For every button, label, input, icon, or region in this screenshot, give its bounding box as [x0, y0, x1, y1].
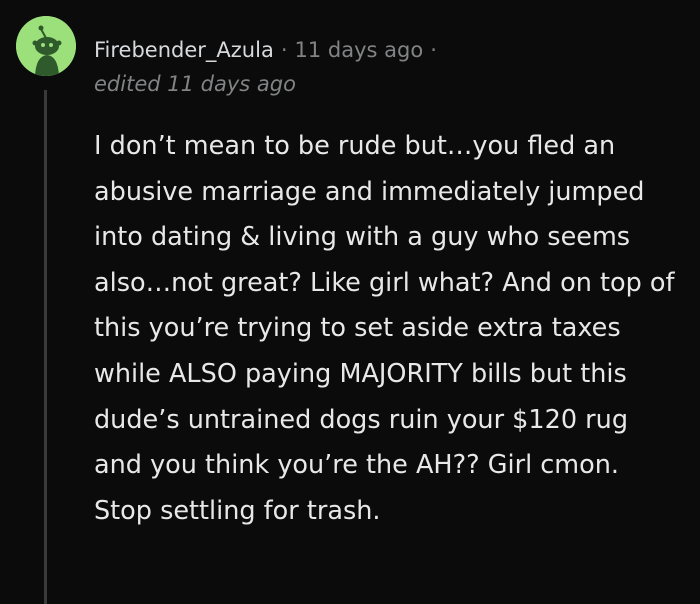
separator-trailing: · [430, 38, 437, 62]
edited-label: edited 11 days ago [94, 72, 296, 96]
snoo-avatar-icon[interactable] [16, 16, 76, 76]
timestamp[interactable]: 11 days ago [295, 38, 424, 62]
separator: · [280, 38, 288, 62]
thread-line[interactable] [44, 90, 47, 604]
comment-meta: Firebender_Azula · 11 days ago · [94, 32, 444, 68]
comment-body: I don’t mean to be rude but…you fled an … [94, 131, 675, 526]
comment: Firebender_Azula · 11 days ago · edited … [0, 0, 700, 604]
username-link[interactable]: Firebender_Azula [94, 38, 274, 62]
